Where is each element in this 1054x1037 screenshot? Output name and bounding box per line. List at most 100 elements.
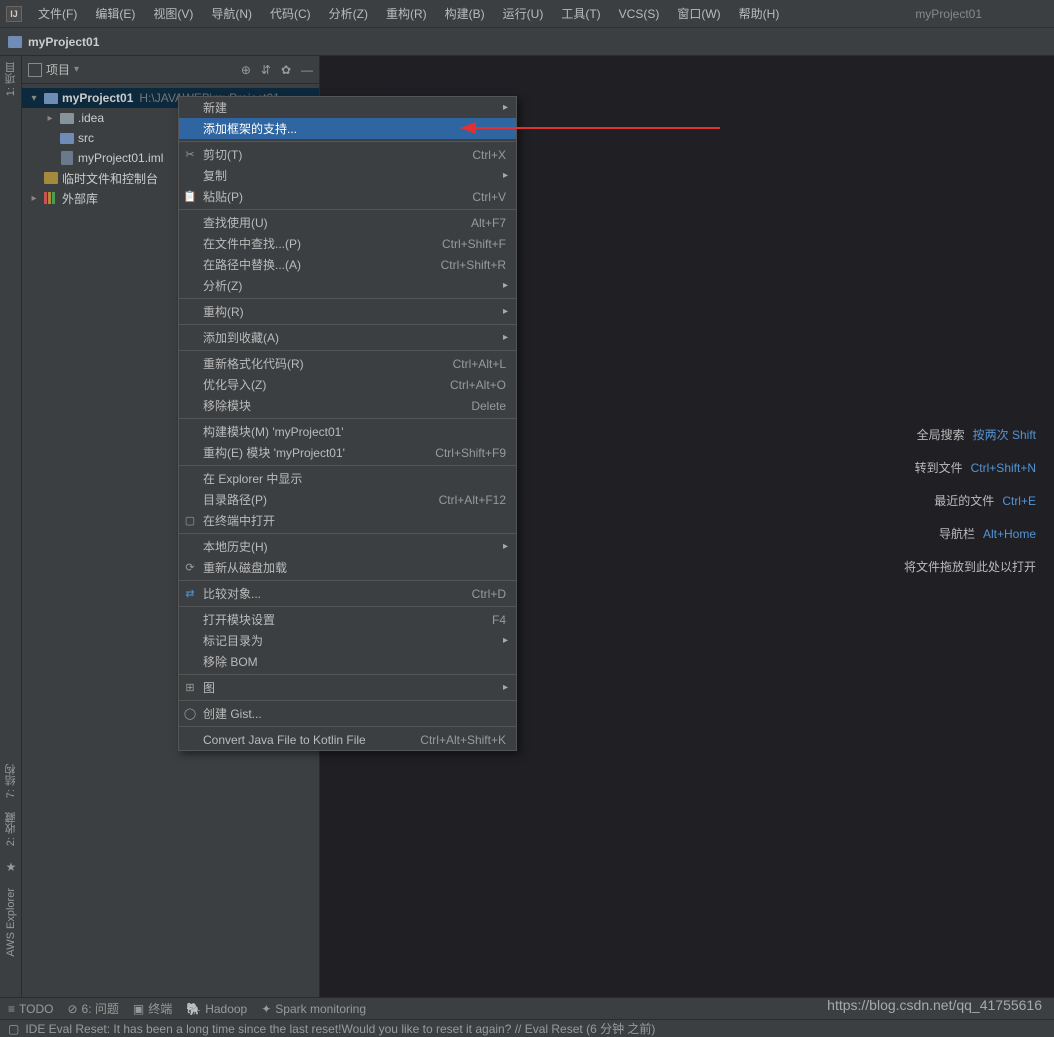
folder-icon (44, 93, 58, 104)
menu-code[interactable]: 代码(C) (262, 2, 319, 25)
cm-show-explorer[interactable]: 在 Explorer 中显示 (179, 468, 516, 489)
cm-find-usages[interactable]: 查找使用(U)Alt+F7 (179, 212, 516, 233)
reload-icon: ⟳ (183, 561, 197, 575)
status-icon: ▢ (8, 1022, 19, 1036)
cm-optimize-imports[interactable]: 优化导入(Z)Ctrl+Alt+O (179, 374, 516, 395)
menu-analyze[interactable]: 分析(Z) (321, 2, 376, 25)
menubar: IJ 文件(F) 编辑(E) 视图(V) 导航(N) 代码(C) 分析(Z) 重… (0, 0, 1054, 28)
tip-goto-file: 转到文件 (915, 461, 963, 475)
cm-reformat[interactable]: 重新格式化代码(R)Ctrl+Alt+L (179, 353, 516, 374)
hide-icon[interactable]: — (301, 63, 313, 77)
tb-hadoop[interactable]: 🐘 Hadoop (186, 1002, 247, 1016)
menu-build[interactable]: 构建(B) (437, 2, 493, 25)
welcome-tips: 全局搜索按两次 Shift 转到文件 Ctrl+Shift+N 最近的文件 Ctrl… (904, 426, 1036, 591)
cm-refactor[interactable]: 重构(R)▸ (179, 301, 516, 322)
compare-icon: ⇄ (183, 587, 197, 601)
cm-replace-in-path[interactable]: 在路径中替换...(A)Ctrl+Shift+R (179, 254, 516, 275)
menu-view[interactable]: 视图(V) (145, 2, 201, 25)
cm-convert-kotlin[interactable]: Convert Java File to Kotlin FileCtrl+Alt… (179, 729, 516, 750)
cm-rebuild-module[interactable]: 重构(E) 模块 'myProject01'Ctrl+Shift+F9 (179, 442, 516, 463)
tab-structure[interactable]: 7: 结构 (3, 764, 19, 798)
tree-item-label: 临时文件和控制台 (62, 170, 158, 187)
cm-add-framework[interactable]: 添加框架的支持... (179, 118, 516, 139)
cm-dir-path[interactable]: 目录路径(P)Ctrl+Alt+F12 (179, 489, 516, 510)
cm-build-module[interactable]: 构建模块(M) 'myProject01' (179, 421, 516, 442)
scratch-icon (44, 172, 58, 184)
cm-analyze[interactable]: 分析(Z)▸ (179, 275, 516, 296)
sidebar-title: 项目 (46, 61, 70, 78)
cm-cut[interactable]: ✂剪切(T)Ctrl+X (179, 144, 516, 165)
breadcrumb: myProject01 (0, 28, 1054, 56)
library-icon (44, 192, 58, 204)
folder-icon (60, 133, 74, 144)
tb-spark[interactable]: ✦ Spark monitoring (261, 1002, 366, 1016)
tb-problems[interactable]: ⊘ 6: 问题 (67, 1000, 118, 1017)
menu-edit[interactable]: 编辑(E) (87, 2, 143, 25)
folder-icon (8, 36, 22, 48)
collapse-icon[interactable]: ⇵ (261, 63, 271, 77)
locate-icon[interactable]: ⊕ (241, 63, 251, 77)
tb-todo[interactable]: ≡ TODO (8, 1002, 53, 1016)
cm-new[interactable]: 新建▸ (179, 97, 516, 118)
chevron-right-icon[interactable]: ▸ (28, 193, 40, 204)
folder-icon (60, 113, 74, 124)
tree-item-label: .idea (78, 111, 104, 125)
tree-root-label: myProject01 (62, 91, 133, 105)
tab-project[interactable]: 1: 项目 (3, 62, 19, 96)
menu-help[interactable]: 帮助(H) (731, 2, 788, 25)
file-icon (61, 151, 73, 165)
cm-copy[interactable]: 复制▸ (179, 165, 516, 186)
terminal-icon: ▢ (183, 514, 197, 528)
tree-item-label: myProject01.iml (78, 151, 163, 165)
cm-add-favorites[interactable]: 添加到收藏(A)▸ (179, 327, 516, 348)
cut-icon: ✂ (183, 148, 197, 162)
cm-module-settings[interactable]: 打开模块设置F4 (179, 609, 516, 630)
tip-recent: 最近的文件 (934, 494, 994, 508)
tab-favorites[interactable]: 2: 收藏 (3, 812, 19, 846)
menu-run[interactable]: 运行(U) (495, 2, 552, 25)
tree-item-label: 外部库 (62, 190, 98, 207)
context-menu: 新建▸ 添加框架的支持... ✂剪切(T)Ctrl+X 复制▸ 📋粘贴(P)Ct… (178, 96, 517, 751)
project-view-icon (28, 63, 42, 77)
cm-compare[interactable]: ⇄比较对象...Ctrl+D (179, 583, 516, 604)
tip-drop: 将文件拖放到此处以打开 (904, 560, 1036, 574)
tip-search: 全局搜索 (917, 428, 965, 442)
breadcrumb-project[interactable]: myProject01 (28, 35, 99, 49)
menu-file[interactable]: 文件(F) (30, 2, 85, 25)
tab-aws-explorer[interactable]: AWS Explorer (5, 888, 17, 957)
cm-paste[interactable]: 📋粘贴(P)Ctrl+V (179, 186, 516, 207)
menu-refactor[interactable]: 重构(R) (378, 2, 435, 25)
app-logo-icon: IJ (6, 6, 22, 22)
cm-diagrams[interactable]: ⊞图▸ (179, 677, 516, 698)
menu-vcs[interactable]: VCS(S) (611, 4, 668, 24)
statusbar: ▢ IDE Eval Reset: It has been a long tim… (0, 1019, 1054, 1037)
cm-mark-directory[interactable]: 标记目录为▸ (179, 630, 516, 651)
chevron-down-icon[interactable]: ▾ (74, 64, 79, 75)
tip-goto-file-kb: Ctrl+Shift+N (971, 461, 1036, 475)
menu-window[interactable]: 窗口(W) (669, 2, 728, 25)
chevron-right-icon[interactable]: ▸ (44, 113, 56, 124)
tb-terminal[interactable]: ▣ 终端 (133, 1000, 172, 1017)
tip-navbar: 导航栏 (939, 527, 975, 541)
cm-remove-bom[interactable]: 移除 BOM (179, 651, 516, 672)
cm-find-in-files[interactable]: 在文件中查找...(P)Ctrl+Shift+F (179, 233, 516, 254)
gear-icon[interactable]: ✿ (281, 63, 291, 77)
watermark: https://blog.csdn.net/qq_41755616 (827, 997, 1042, 1013)
chevron-down-icon[interactable]: ▾ (28, 93, 40, 104)
cm-create-gist[interactable]: ◯创建 Gist... (179, 703, 516, 724)
diagram-icon: ⊞ (183, 681, 197, 695)
tip-recent-kb: Ctrl+E (1002, 494, 1036, 508)
tip-search-kb: 按两次 Shift (973, 428, 1036, 442)
menu-tools[interactable]: 工具(T) (553, 2, 608, 25)
menu-navigate[interactable]: 导航(N) (203, 2, 260, 25)
cm-open-terminal[interactable]: ▢在终端中打开 (179, 510, 516, 531)
cm-remove-module[interactable]: 移除模块Delete (179, 395, 516, 416)
tip-navbar-kb: Alt+Home (983, 527, 1036, 541)
tree-item-label: src (78, 131, 94, 145)
paste-icon: 📋 (183, 190, 197, 204)
window-title: myProject01 (855, 7, 982, 21)
status-text: IDE Eval Reset: It has been a long time … (25, 1020, 655, 1037)
cm-local-history[interactable]: 本地历史(H)▸ (179, 536, 516, 557)
github-icon: ◯ (183, 707, 197, 721)
cm-reload-disk[interactable]: ⟳重新从磁盘加载 (179, 557, 516, 578)
